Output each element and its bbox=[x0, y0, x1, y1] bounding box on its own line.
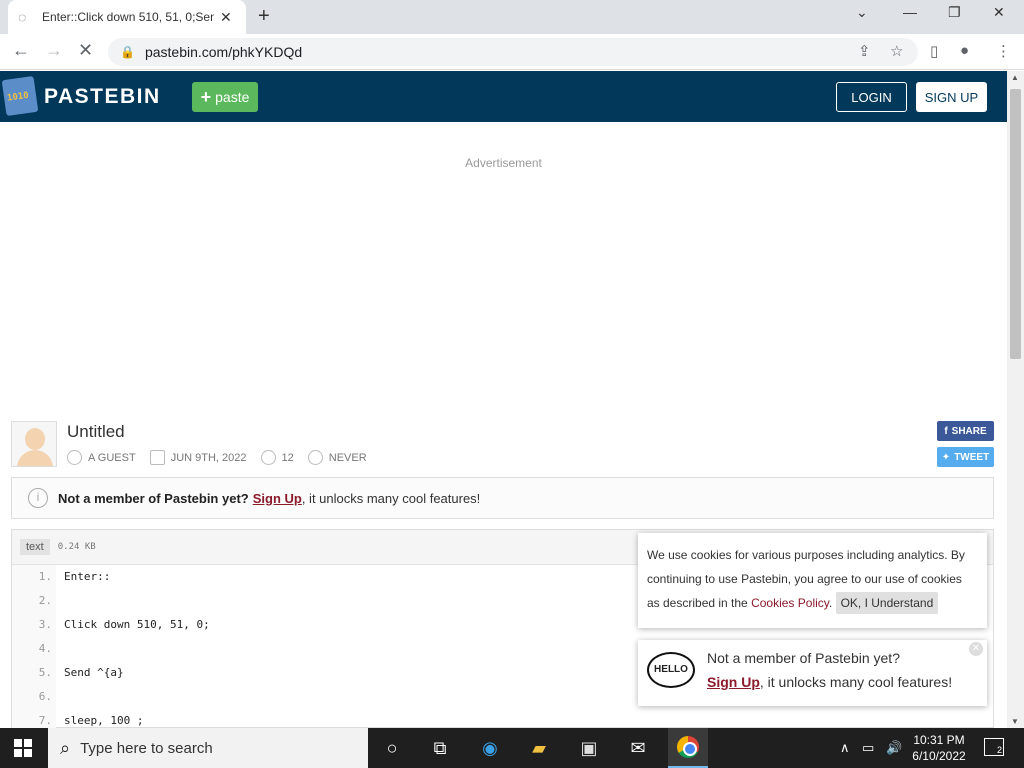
profile-icon[interactable]: ● bbox=[960, 42, 969, 59]
hello-line2: Sign Up, it unlocks many cool features! bbox=[707, 674, 952, 690]
paste-button-label: paste bbox=[215, 89, 250, 105]
cortana-icon[interactable]: ○ bbox=[380, 736, 404, 760]
bookmark-star-icon[interactable]: ☆ bbox=[890, 42, 903, 60]
signup-hello-popup: HELLO Not a member of Pastebin yet? Sign… bbox=[638, 640, 987, 706]
info-icon: i bbox=[28, 488, 48, 508]
search-placeholder: Type here to search bbox=[80, 739, 213, 757]
cookies-policy-link[interactable]: Cookies Policy bbox=[751, 596, 829, 610]
browser-tab-bar: ◌ Enter::Click down 510, 51, 0;Send ✕ + … bbox=[0, 0, 1024, 34]
lock-icon: 🔒 bbox=[120, 45, 135, 59]
browser-toolbar: ← → ✕ 🔒 pastebin.com/phkYKDQd ⇪ ☆ ▯ ● ⋮ bbox=[0, 34, 1024, 70]
task-view-icon[interactable]: ⧉ bbox=[428, 736, 452, 760]
loading-icon: ◌ bbox=[18, 9, 27, 25]
scroll-thumb[interactable] bbox=[1010, 89, 1021, 359]
notice-signup-link[interactable]: Sign Up bbox=[253, 491, 302, 506]
hello-close-icon[interactable]: ✕ bbox=[969, 642, 983, 656]
mail-icon[interactable]: ✉ bbox=[626, 736, 650, 760]
line-number: 6. bbox=[38, 690, 52, 703]
pastebin-logo[interactable]: 1010 bbox=[1, 75, 39, 117]
hello-signup-link[interactable]: Sign Up bbox=[707, 674, 760, 690]
calendar-icon bbox=[149, 450, 165, 465]
tab-close-icon[interactable]: ✕ bbox=[220, 9, 232, 26]
browser-tab-active[interactable]: ◌ Enter::Click down 510, 51, 0;Send ✕ bbox=[8, 0, 246, 34]
login-button[interactable]: LOGIN bbox=[836, 82, 907, 112]
twitter-tweet-button[interactable]: ✦ TWEET bbox=[937, 447, 994, 467]
store-icon[interactable]: ▣ bbox=[577, 736, 601, 760]
user-icon bbox=[67, 450, 82, 465]
line-number: 2. bbox=[38, 594, 52, 607]
side-panel-icon[interactable]: ▯ bbox=[930, 42, 938, 60]
share-icon[interactable]: ⇪ bbox=[858, 42, 871, 60]
notice-bold: Not a member of Pastebin yet? bbox=[58, 490, 249, 506]
edge-icon[interactable]: ◉ bbox=[478, 736, 502, 760]
clock-time: 10:31 PM bbox=[913, 733, 965, 747]
notification-center-icon[interactable]: 2 bbox=[984, 738, 1004, 756]
paste-title: Untitled bbox=[67, 422, 125, 441]
stop-loading-icon[interactable]: ✕ bbox=[78, 40, 93, 61]
hello-line1: Not a member of Pastebin yet? bbox=[707, 650, 900, 666]
menu-icon[interactable]: ⋮ bbox=[996, 42, 1011, 60]
facebook-share-button[interactable]: f SHARE bbox=[937, 421, 994, 441]
close-window-icon[interactable]: ✕ bbox=[993, 4, 1005, 21]
windows-taskbar: ⌕ Type here to search ○ ⧉ ◉ ▰ ▣ ✉ ∧ ▭ 🔊 … bbox=[0, 728, 1024, 768]
url-text: pastebin.com/phkYKDQd bbox=[144, 44, 303, 60]
chrome-icon[interactable] bbox=[677, 736, 699, 758]
volume-icon[interactable]: 🔊 bbox=[886, 740, 902, 756]
tab-search-icon[interactable]: ⌄ bbox=[856, 4, 868, 21]
cookie-ok-button[interactable]: OK, I Understand bbox=[835, 592, 939, 614]
address-bar[interactable]: 🔒 pastebin.com/phkYKDQd bbox=[108, 38, 918, 66]
scroll-up-icon[interactable]: ▲ bbox=[1011, 73, 1019, 82]
notice-rest: , it unlocks many cool features! bbox=[301, 490, 481, 506]
tab-title: Enter::Click down 510, 51, 0;Send bbox=[42, 10, 214, 24]
language-badge[interactable]: text bbox=[20, 539, 50, 555]
share-label: SHARE bbox=[951, 425, 987, 437]
back-icon[interactable]: ← bbox=[12, 40, 30, 61]
paste-size: 0.24 KB bbox=[57, 542, 96, 552]
line-number: 4. bbox=[38, 642, 52, 655]
site-header: 1010 PASTEBIN + paste LOGIN SIGN UP bbox=[0, 71, 1007, 122]
new-paste-button[interactable]: + paste bbox=[192, 82, 258, 112]
hello-bubble-icon: HELLO bbox=[647, 652, 695, 688]
paste-author: A GUEST bbox=[88, 451, 136, 464]
advertisement-label: Advertisement bbox=[465, 156, 542, 170]
paste-views: 12 bbox=[281, 451, 294, 464]
line-number: 5. bbox=[38, 666, 52, 679]
search-icon: ⌕ bbox=[60, 737, 71, 758]
minimize-icon[interactable]: — bbox=[903, 4, 917, 20]
hello-rest: , it unlocks many cool features! bbox=[759, 674, 953, 690]
twitter-icon: ✦ bbox=[941, 451, 951, 463]
windows-start-icon[interactable] bbox=[14, 739, 32, 757]
line-number: 1. bbox=[38, 570, 52, 583]
tweet-label: TWEET bbox=[954, 451, 990, 463]
brand-name[interactable]: PASTEBIN bbox=[44, 85, 161, 109]
guest-avatar bbox=[11, 421, 57, 467]
new-tab-button[interactable]: + bbox=[258, 6, 270, 26]
expire-clock-icon bbox=[307, 450, 323, 465]
file-explorer-icon[interactable]: ▰ bbox=[527, 736, 551, 760]
network-icon[interactable]: ▭ bbox=[862, 740, 874, 756]
signup-button[interactable]: SIGN UP bbox=[916, 82, 987, 112]
paste-meta: A GUEST JUN 9TH, 2022 12 NEVER bbox=[67, 450, 381, 465]
line-number: 3. bbox=[38, 618, 52, 631]
facebook-icon: f bbox=[944, 425, 948, 437]
line-number-gutter: 1. 2. 3. 4. 5. 6. 7. bbox=[12, 565, 56, 733]
eye-icon bbox=[260, 450, 276, 465]
signup-notice: i Not a member of Pastebin yet? Sign Up … bbox=[11, 477, 994, 519]
cookie-consent-popup: We use cookies for various purposes incl… bbox=[638, 533, 987, 628]
logo-text: 1010 bbox=[6, 90, 30, 104]
page-scrollbar[interactable]: ▲ ▼ bbox=[1007, 71, 1024, 728]
forward-icon[interactable]: → bbox=[45, 40, 63, 61]
restore-icon[interactable]: ❐ bbox=[948, 4, 961, 21]
scroll-down-icon[interactable]: ▼ bbox=[1011, 717, 1019, 726]
plus-icon: + bbox=[200, 86, 212, 107]
taskbar-search-box[interactable]: ⌕ Type here to search bbox=[48, 728, 368, 768]
paste-date: JUN 9TH, 2022 bbox=[170, 451, 247, 464]
clock-date: 6/10/2022 bbox=[912, 749, 966, 763]
taskbar-clock[interactable]: 10:31 PM 6/10/2022 bbox=[906, 732, 972, 764]
tray-chevron-icon[interactable]: ∧ bbox=[840, 740, 850, 756]
paste-expiry: NEVER bbox=[328, 451, 367, 464]
